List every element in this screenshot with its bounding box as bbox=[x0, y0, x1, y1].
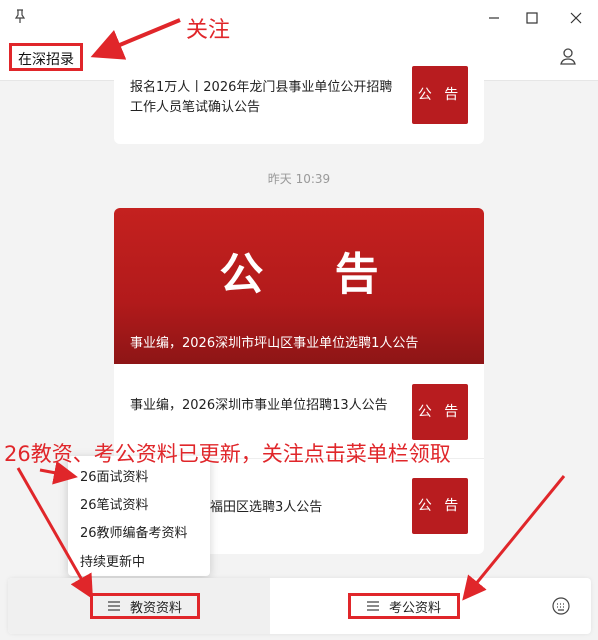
menu-button-label: 考公资料 bbox=[388, 600, 441, 616]
banner-caption: 事业编，2026深圳市坪山区事业单位选聘1人公告 bbox=[130, 336, 419, 351]
message-card-thumbnail: 公 告 bbox=[412, 66, 468, 124]
keyboard-toggle-icon[interactable] bbox=[551, 596, 571, 616]
timestamp: 昨天 10:39 bbox=[267, 172, 331, 186]
menu-lines-icon bbox=[107, 601, 120, 611]
menu-button-jiaozi[interactable]: 教资资料 bbox=[90, 593, 200, 619]
maximize-icon[interactable] bbox=[522, 8, 542, 28]
menu-button-kaogong[interactable]: 考公资料 bbox=[348, 593, 460, 619]
submenu-item[interactable]: 26面试资料 bbox=[80, 466, 149, 485]
banner-title: 公 告 bbox=[219, 249, 407, 300]
article-item-thumbnail: 公 告 bbox=[412, 384, 468, 440]
minimize-icon[interactable] bbox=[484, 8, 504, 28]
title-bar bbox=[0, 0, 598, 36]
submenu-item[interactable]: 26笔试资料 bbox=[80, 494, 149, 513]
article-item-thumbnail: 公 告 bbox=[412, 478, 468, 534]
article-item-text[interactable]: 事业编，2026深圳市事业单位招聘13人公告 bbox=[130, 396, 400, 416]
article-banner[interactable]: 公 告 事业编，2026深圳市坪山区事业单位选聘1人公告 bbox=[114, 208, 484, 364]
menu-lines-icon bbox=[366, 601, 379, 611]
pin-icon[interactable] bbox=[12, 8, 28, 24]
article-item-text[interactable]: 福田区选聘3人公告 bbox=[210, 498, 400, 518]
submenu-item[interactable]: 26教师编备考资料 bbox=[80, 522, 188, 541]
annotation-banner: 26教资、考公资料已更新，关注点击菜单栏领取 bbox=[4, 442, 451, 466]
menu-button-label: 教资资料 bbox=[129, 600, 182, 616]
submenu-item[interactable]: 持续更新中 bbox=[80, 551, 145, 570]
annotation-follow: 关注 bbox=[186, 18, 231, 43]
message-card-text: 报名1万人丨2026年龙门县事业单位公开招聘工作人员笔试确认公告 bbox=[130, 80, 393, 115]
close-icon[interactable] bbox=[566, 8, 586, 28]
account-name[interactable]: 在深招录 bbox=[9, 43, 83, 71]
user-profile-icon[interactable] bbox=[558, 46, 578, 66]
